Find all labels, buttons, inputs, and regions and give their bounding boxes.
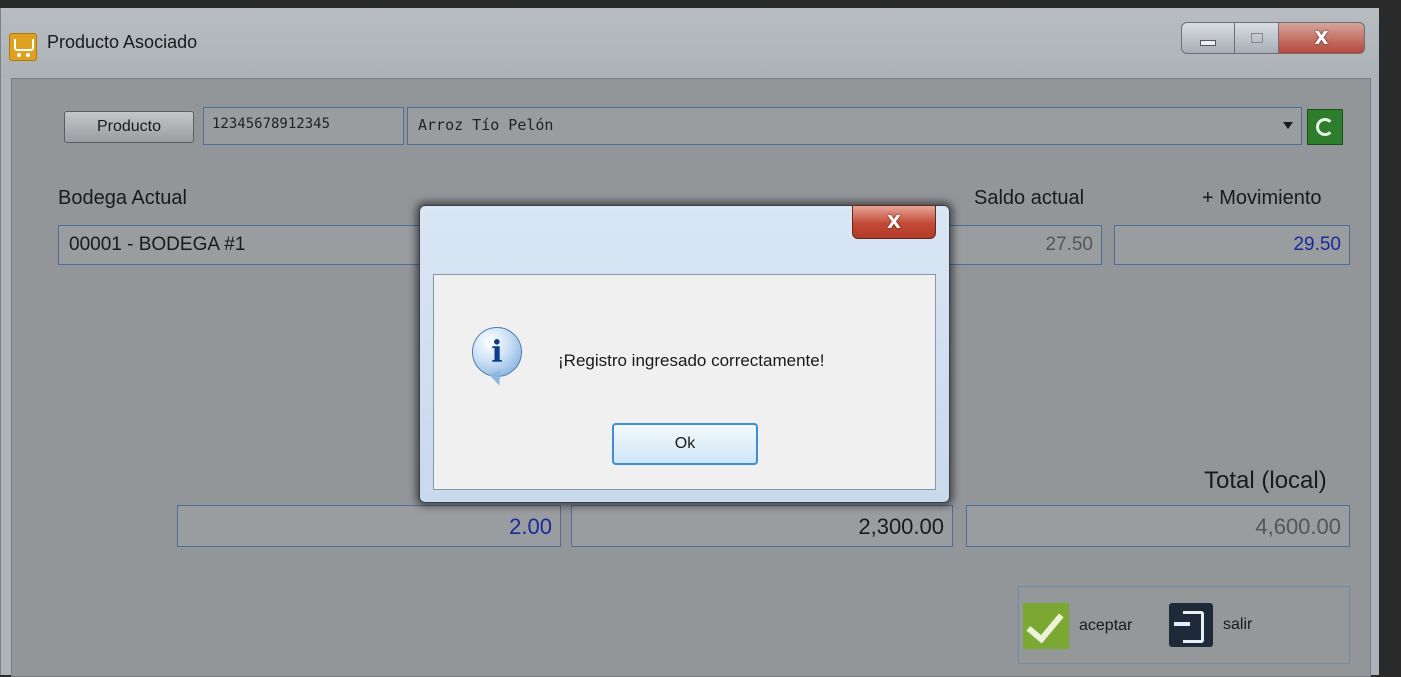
- action-panel: aceptar salir: [1018, 586, 1350, 664]
- exit-icon: [1169, 603, 1213, 647]
- maximize-icon: [1250, 33, 1263, 43]
- caption-buttons: X: [1181, 22, 1365, 56]
- window-title: Producto Asociado: [47, 32, 198, 52]
- total-local-field: 4,600.00: [966, 505, 1350, 547]
- dialog-message: ¡Registro ingresado correctamente!: [558, 351, 825, 370]
- chevron-down-icon[interactable]: [1283, 122, 1293, 129]
- product-select-value: Arroz Tío Pelón: [418, 116, 554, 134]
- aceptar-button[interactable]: aceptar: [1023, 603, 1132, 649]
- dialog-body: i ¡Registro ingresado correctamente! Ok: [433, 274, 936, 490]
- shopping-cart-icon: [9, 33, 37, 61]
- minimize-icon: [1200, 40, 1216, 46]
- salir-label: salir: [1223, 616, 1253, 633]
- refresh-button[interactable]: [1307, 109, 1343, 145]
- aceptar-label: aceptar: [1079, 617, 1133, 634]
- movimiento-label: + Movimiento: [1202, 187, 1322, 209]
- title-bar[interactable]: Producto Asociado X: [1, 8, 1379, 78]
- close-icon: X: [887, 211, 901, 233]
- message-dialog: X i ¡Registro ingresado correctamente! O…: [419, 205, 950, 503]
- salir-button[interactable]: salir: [1169, 603, 1252, 647]
- minimize-button[interactable]: [1181, 22, 1235, 54]
- product-code-field[interactable]: 12345678912345: [203, 107, 404, 145]
- cantidad-field[interactable]: 2.00: [177, 505, 561, 547]
- saldo-actual-field: 27.50: [942, 225, 1102, 265]
- checkmark-icon: [1023, 603, 1069, 649]
- total-local-label: Total (local): [1204, 467, 1327, 494]
- saldo-actual-label: Saldo actual: [974, 187, 1085, 209]
- precio-field[interactable]: 2,300.00: [571, 505, 953, 547]
- ok-button[interactable]: Ok: [612, 423, 758, 465]
- maximize-button[interactable]: [1235, 22, 1279, 54]
- close-icon: X: [1314, 27, 1329, 49]
- movimiento-field: 29.50: [1114, 225, 1350, 265]
- bodega-actual-label: Bodega Actual: [58, 187, 187, 209]
- bodega-field[interactable]: 00001 - BODEGA #1: [58, 225, 438, 265]
- info-icon: i: [472, 327, 522, 377]
- product-select[interactable]: Arroz Tío Pelón: [407, 107, 1302, 145]
- close-button[interactable]: X: [1279, 22, 1365, 54]
- info-glyph: i: [491, 334, 503, 370]
- refresh-icon: [1316, 118, 1334, 136]
- dialog-close-button[interactable]: X: [852, 205, 936, 239]
- producto-button[interactable]: Producto: [64, 111, 194, 143]
